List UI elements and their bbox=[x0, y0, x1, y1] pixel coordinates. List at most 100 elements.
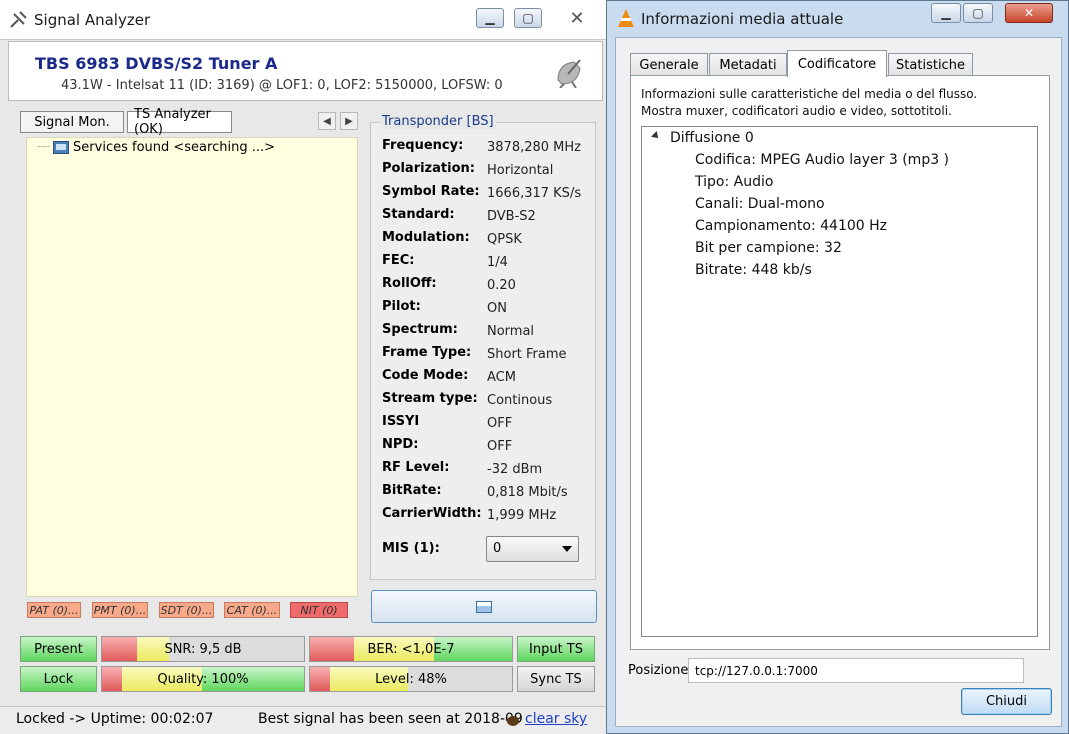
snr-meter: SNR: 9,5 dB bbox=[101, 636, 305, 662]
transponder-key: Stream type: bbox=[382, 391, 478, 406]
tab-ts-analyzer[interactable]: TS Analyzer (OK) bbox=[127, 107, 232, 137]
ber-label: BER: <1,0E-7 bbox=[367, 641, 455, 657]
services-label: Services found <searching ...> bbox=[73, 140, 275, 155]
transponder-value: OFF bbox=[487, 439, 513, 454]
maximize-button[interactable]: ▢ bbox=[514, 8, 542, 28]
stream-property[interactable]: Bit per campione: 32 bbox=[695, 240, 842, 256]
position-field[interactable] bbox=[688, 658, 1024, 683]
transponder-row: RF Level: -32 dBm bbox=[382, 460, 542, 480]
transponder-value: 3878,280 MHz bbox=[487, 140, 581, 155]
stream-property[interactable]: Campionamento: 44100 Hz bbox=[695, 218, 887, 234]
services-tree[interactable]: ┈┈ Services found <searching ...> bbox=[26, 137, 358, 597]
tab-statistiche[interactable]: Statistiche bbox=[888, 53, 973, 76]
status-bar: Locked -> Uptime: 00:02:07 Best signal h… bbox=[0, 706, 607, 734]
quality-label: Quality: 100% bbox=[157, 671, 249, 687]
transponder-value: Short Frame bbox=[487, 347, 567, 362]
transponder-value: 0,818 Mbit/s bbox=[487, 485, 568, 500]
chevron-down-icon bbox=[562, 546, 572, 552]
title-bar: Signal Analyzer ▁ ▢ ✕ bbox=[0, 0, 607, 40]
transponder-value: Normal bbox=[487, 324, 535, 339]
chiudi-button[interactable]: Chiudi bbox=[961, 688, 1052, 715]
vlc-cone-icon bbox=[617, 9, 635, 29]
transponder-row: Modulation: QPSK bbox=[382, 230, 522, 250]
transponder-key: RollOff: bbox=[382, 276, 437, 291]
transponder-key: Code Mode: bbox=[382, 368, 469, 383]
tab-generale[interactable]: Generale bbox=[630, 53, 708, 76]
description-line-1: Informazioni sulle caratteristiche del m… bbox=[641, 87, 978, 101]
clear-sky-link[interactable]: clear sky bbox=[525, 711, 587, 727]
display-toggle-button[interactable] bbox=[371, 590, 597, 623]
services-node[interactable]: ┈┈ Services found <searching ...> bbox=[37, 140, 275, 155]
transponder-value: 1,999 MHz bbox=[487, 508, 557, 523]
transponder-row: Stream type: Continous bbox=[382, 391, 552, 411]
transponder-title: Transponder [BS] bbox=[380, 114, 496, 129]
transponder-key: ISSYI bbox=[382, 414, 420, 429]
vlc-minimize-button[interactable]: ▁ bbox=[931, 3, 961, 23]
transponder-value: -32 dBm bbox=[487, 462, 543, 477]
signal-analyzer-window: Signal Analyzer ▁ ▢ ✕ TBS 6983 DVBS/S2 T… bbox=[0, 0, 607, 734]
stream-node[interactable]: Diffusione 0 bbox=[670, 130, 754, 146]
tab-codificatore[interactable]: Codificatore bbox=[787, 50, 887, 77]
mis-row: MIS (1): bbox=[382, 541, 487, 561]
stream-property[interactable]: Canali: Dual-mono bbox=[695, 196, 825, 212]
stream-property[interactable]: Tipo: Audio bbox=[695, 174, 773, 190]
transponder-key: Pilot: bbox=[382, 299, 421, 314]
tab-signal-mon[interactable]: Signal Mon. bbox=[20, 111, 124, 133]
description-line-2: Mostra muxer, codificatori audio e video… bbox=[641, 104, 952, 118]
mis-select[interactable]: 0 bbox=[486, 536, 579, 562]
transponder-key: Modulation: bbox=[382, 230, 470, 245]
sync-ts-indicator: Sync TS bbox=[517, 666, 595, 692]
transponder-row: Symbol Rate: 1666,317 KS/s bbox=[382, 184, 581, 204]
tab-metadati[interactable]: Metadati bbox=[709, 53, 787, 76]
transponder-row: Frame Type: Short Frame bbox=[382, 345, 567, 365]
codec-description: Informazioni sulle caratteristiche del m… bbox=[641, 86, 977, 120]
tv-folder-icon bbox=[53, 141, 70, 154]
transponder-key: Frequency: bbox=[382, 138, 464, 153]
transponder-row: NPD: OFF bbox=[382, 437, 512, 457]
window-icon bbox=[476, 600, 492, 613]
transponder-row: BitRate: 0,818 Mbit/s bbox=[382, 483, 568, 503]
device-header: TBS 6983 DVBS/S2 Tuner A 43.1W - Intelsa… bbox=[8, 41, 603, 101]
transponder-value: ACM bbox=[487, 370, 516, 385]
transponder-key: FEC: bbox=[382, 253, 415, 268]
tab-scroll-right-icon[interactable]: ▶ bbox=[340, 112, 358, 130]
best-signal-status: Best signal has been seen at 2018-09 bbox=[258, 711, 523, 727]
transponder-value: OFF bbox=[487, 416, 513, 431]
uptime-status: Locked -> Uptime: 00:02:07 bbox=[16, 711, 214, 727]
transponder-key: Standard: bbox=[382, 207, 455, 222]
transponder-row: Polarization: Horizontal bbox=[382, 161, 553, 181]
transponder-key: RF Level: bbox=[382, 460, 450, 475]
transponder-key: Frame Type: bbox=[382, 345, 472, 360]
stream-property[interactable]: Codifica: MPEG Audio layer 3 (mp3 ) bbox=[695, 152, 949, 168]
tree-line-icon: ┈┈ bbox=[37, 142, 50, 153]
pmt-badge: PMT (0)... bbox=[92, 602, 148, 618]
sdt-badge: SDT (0)... bbox=[159, 602, 214, 618]
tab-scroll-left-icon[interactable]: ◀ bbox=[318, 112, 336, 130]
present-indicator: Present bbox=[20, 636, 97, 662]
transponder-row: RollOff: 0.20 bbox=[382, 276, 516, 296]
pat-badge: PAT (0)... bbox=[27, 602, 81, 618]
ber-meter: BER: <1,0E-7 bbox=[309, 636, 513, 662]
satellite-dish-icon bbox=[557, 59, 581, 88]
transponder-key: BitRate: bbox=[382, 483, 442, 498]
snr-label: SNR: 9,5 dB bbox=[164, 641, 242, 657]
vlc-maximize-button[interactable]: ▢ bbox=[963, 3, 993, 23]
stream-property[interactable]: Bitrate: 448 kb/s bbox=[695, 262, 812, 278]
nit-badge: NIT (0) bbox=[290, 602, 348, 618]
level-label: Level: 48% bbox=[375, 671, 447, 687]
minimize-button[interactable]: ▁ bbox=[476, 8, 504, 28]
transponder-row: FEC: 1/4 bbox=[382, 253, 508, 273]
vlc-close-button[interactable]: ✕ bbox=[1005, 3, 1053, 23]
transponder-row: Standard: DVB-S2 bbox=[382, 207, 536, 227]
satellite-app-icon bbox=[10, 10, 27, 28]
transponder-value: 1666,317 KS/s bbox=[487, 186, 582, 201]
lock-indicator: Lock bbox=[20, 666, 97, 692]
close-button[interactable]: ✕ bbox=[562, 8, 592, 29]
transponder-key: Polarization: bbox=[382, 161, 475, 176]
transponder-key: NPD: bbox=[382, 437, 419, 452]
transponder-row: CarrierWidth: 1,999 MHz bbox=[382, 506, 556, 526]
vlc-window-title: Informazioni media attuale bbox=[641, 10, 844, 28]
transponder-row: Pilot: ON bbox=[382, 299, 507, 319]
vlc-title-bar: Informazioni media attuale ▁ ▢ ✕ bbox=[607, 1, 1068, 37]
transponder-value: 0.20 bbox=[487, 278, 516, 293]
